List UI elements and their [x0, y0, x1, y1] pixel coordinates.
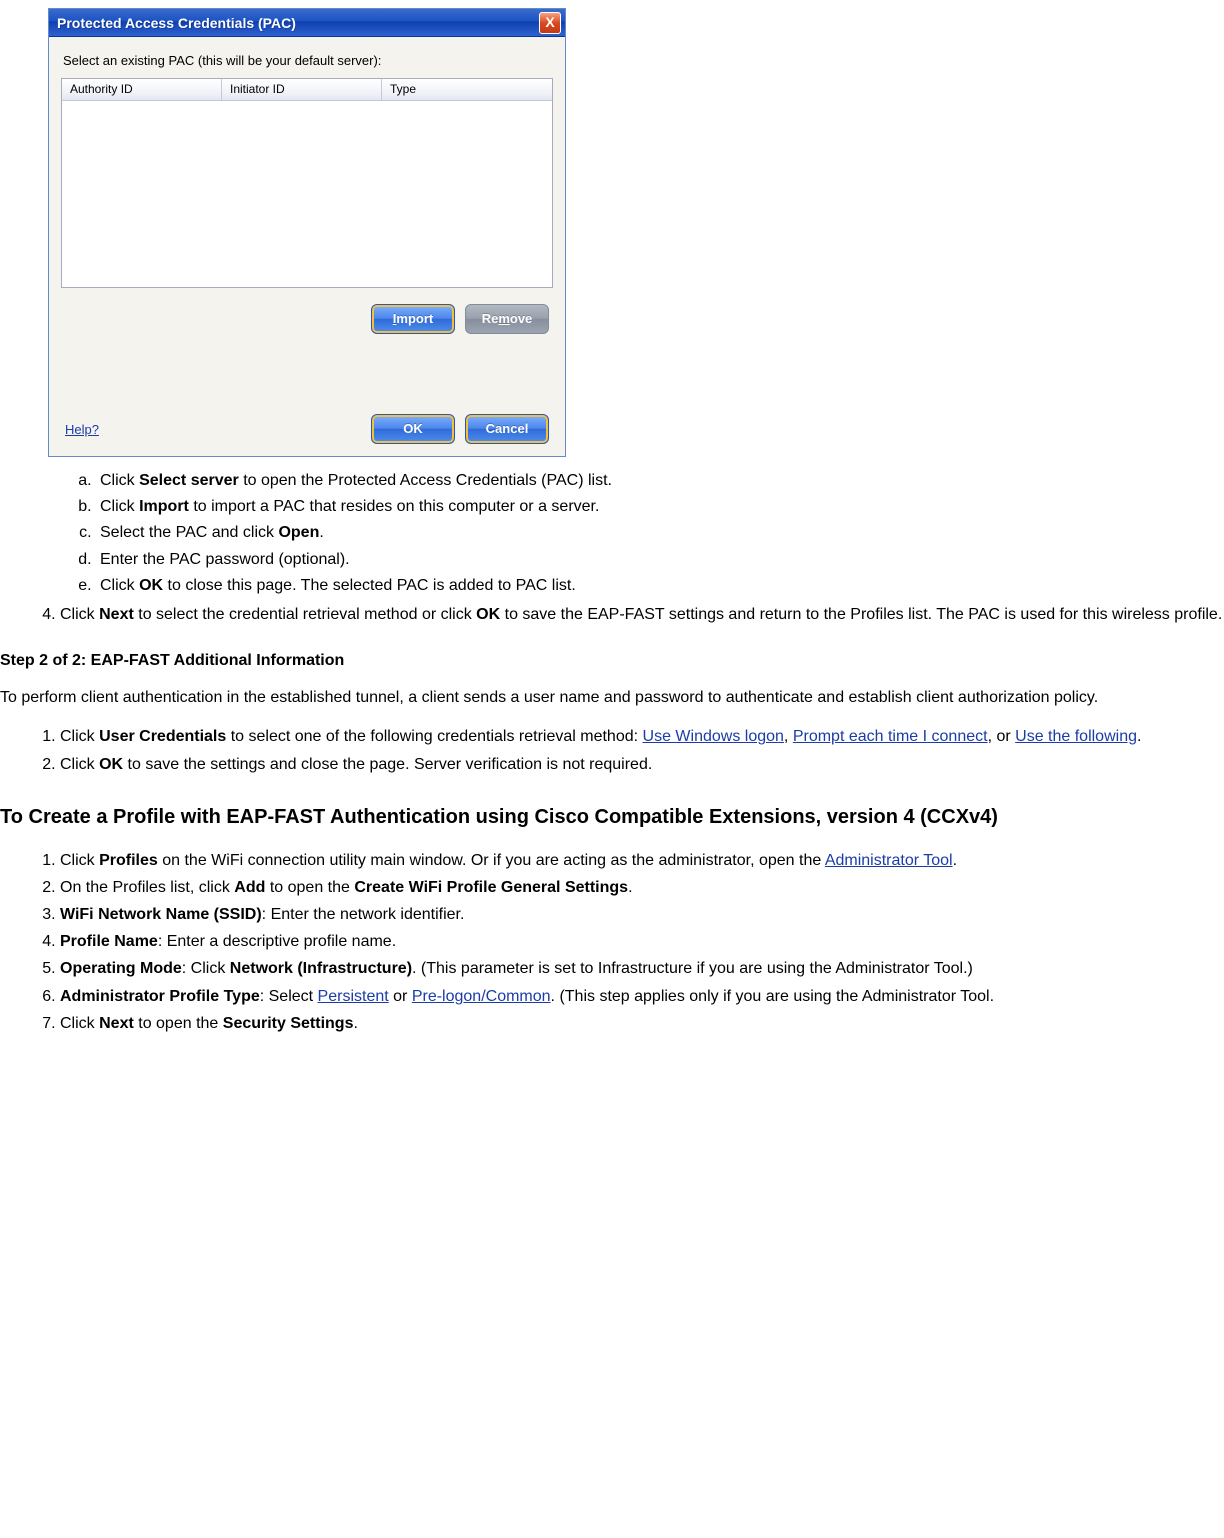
- step-4-list: Click Next to select the credential retr…: [0, 603, 1224, 626]
- titlebar: Protected Access Credentials (PAC) X: [49, 9, 565, 37]
- step2-list: Click User Credentials to select one of …: [0, 725, 1224, 775]
- step2-heading: Step 2 of 2: EAP-FAST Additional Informa…: [0, 652, 1224, 670]
- ccx-item-4: Profile Name: Enter a descriptive profil…: [60, 930, 1224, 953]
- ccx-item-5: Operating Mode: Click Network (Infrastru…: [60, 957, 1224, 980]
- ccxv4-list: Click Profiles on the WiFi connection ut…: [0, 849, 1224, 1035]
- substep-b: Click Import to import a PAC that reside…: [96, 495, 1224, 518]
- ccx-item-1: Click Profiles on the WiFi connection ut…: [60, 849, 1224, 872]
- step2-paragraph: To perform client authentication in the …: [0, 686, 1224, 709]
- dialog-instruction: Select an existing PAC (this will be you…: [63, 53, 551, 68]
- ccx-item-3: WiFi Network Name (SSID): Enter the netw…: [60, 903, 1224, 926]
- listview-header: Authority ID Initiator ID Type: [62, 79, 552, 101]
- ccxv4-heading: To Create a Profile with EAP-FAST Authen…: [0, 804, 1224, 831]
- ok-button[interactable]: OK: [371, 414, 455, 444]
- link-prelogon-common[interactable]: Pre-logon/Common: [412, 988, 551, 1005]
- pac-listview[interactable]: Authority ID Initiator ID Type: [61, 78, 553, 288]
- substep-a: Click Select server to open the Protecte…: [96, 469, 1224, 492]
- link-use-the-following[interactable]: Use the following: [1015, 728, 1137, 745]
- help-link[interactable]: Help?: [65, 422, 99, 437]
- step-4: Click Next to select the credential retr…: [60, 603, 1224, 626]
- column-initiator-id[interactable]: Initiator ID: [222, 79, 382, 100]
- link-use-windows-logon[interactable]: Use Windows logon: [643, 728, 784, 745]
- substep-d: Enter the PAC password (optional).: [96, 548, 1224, 571]
- column-authority-id[interactable]: Authority ID: [62, 79, 222, 100]
- step2-item-2: Click OK to save the settings and close …: [60, 753, 1224, 776]
- dialog-title: Protected Access Credentials (PAC): [57, 15, 539, 31]
- substep-e: Click OK to close this page. The selecte…: [96, 574, 1224, 597]
- ccx-item-2: On the Profiles list, click Add to open …: [60, 876, 1224, 899]
- close-icon[interactable]: X: [539, 12, 561, 34]
- link-persistent[interactable]: Persistent: [318, 988, 389, 1005]
- cancel-button[interactable]: Cancel: [465, 414, 549, 444]
- substep-c: Select the PAC and click Open.: [96, 521, 1224, 544]
- link-administrator-tool[interactable]: Administrator Tool: [825, 852, 953, 869]
- column-type[interactable]: Type: [382, 79, 552, 100]
- link-prompt-each-time[interactable]: Prompt each time I connect: [793, 728, 988, 745]
- import-button[interactable]: Import: [371, 304, 455, 334]
- remove-button[interactable]: Remove: [465, 304, 549, 334]
- ccx-item-6: Administrator Profile Type: Select Persi…: [60, 985, 1224, 1008]
- sub-steps-a-e: Click Select server to open the Protecte…: [0, 469, 1224, 597]
- step2-item-1: Click User Credentials to select one of …: [60, 725, 1224, 748]
- ccx-item-7: Click Next to open the Security Settings…: [60, 1012, 1224, 1035]
- pac-dialog: Protected Access Credentials (PAC) X Sel…: [48, 8, 566, 457]
